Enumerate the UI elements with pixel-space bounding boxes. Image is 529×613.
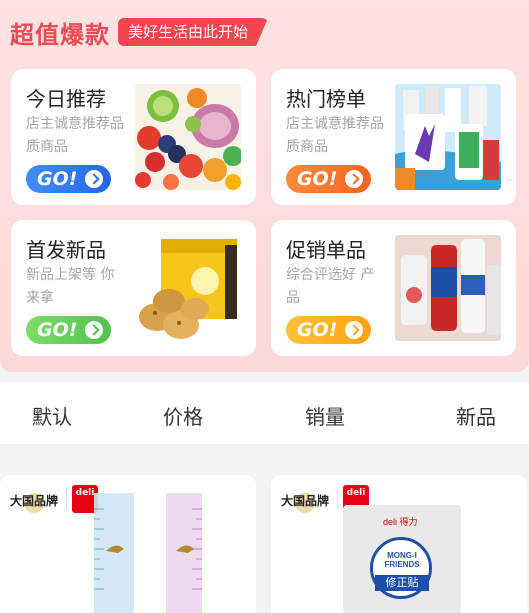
national-brand-logo: 大国品牌 (8, 485, 60, 515)
card-title: 今日推荐 (26, 87, 106, 111)
go-label: GO! (37, 319, 78, 341)
promo-title: 超值爆款 (10, 20, 110, 49)
chevron-right-icon (345, 170, 363, 188)
card-title: 热门榜单 (286, 87, 366, 111)
svg-text:大国品牌: 大国品牌 (281, 493, 329, 508)
fruit-vegetables-image (135, 84, 241, 190)
card-new-arrivals[interactable]: 首发新品 新品上架等 你来拿 GO! (11, 220, 256, 356)
chevron-right-icon (345, 321, 363, 339)
go-button[interactable]: GO! (286, 316, 371, 344)
canned-drinks-image (395, 235, 501, 341)
card-subtitle: 店主诚意推荐品质商品 (26, 116, 124, 155)
go-label: GO! (297, 319, 338, 341)
go-label: GO! (297, 168, 338, 190)
card-promotion-items[interactable]: 促销单品 综合评选好 产品 GO! (271, 220, 516, 356)
sort-price[interactable]: 价格 (163, 401, 203, 430)
chevron-right-icon (85, 321, 103, 339)
svg-text:大国品牌: 大国品牌 (10, 493, 58, 508)
sort-new[interactable]: 新品 (456, 401, 496, 430)
go-label: GO! (37, 168, 78, 190)
promo-tagline: 美好生活由此开始 (118, 18, 269, 46)
milk-drinks-image (395, 84, 501, 190)
correction-tape-package-image: deli 得力 MONG-I FRIENDS 修正贴 (343, 505, 461, 613)
card-title: 首发新品 (26, 238, 106, 262)
card-today-recommend[interactable]: 今日推荐 店主诚意推荐品质商品 GO! (11, 69, 256, 205)
package-title: MONG-I FRIENDS (384, 551, 420, 569)
sort-default[interactable]: 默认 (32, 401, 72, 430)
card-subtitle: 新品上架等 你来拿 (26, 267, 115, 306)
rulers-image (90, 489, 230, 613)
card-subtitle: 综合评选好 产品 (286, 267, 375, 306)
card-title: 促销单品 (286, 238, 366, 262)
national-brand-logo: 大国品牌 (279, 485, 331, 515)
card-hot-list[interactable]: 热门榜单 店主诚意推荐品质商品 GO! (271, 69, 516, 205)
chevron-right-icon (85, 170, 103, 188)
product-card[interactable]: 大国品牌 deli deli 得力 MONG-I FRIENDS 修正贴 (271, 475, 527, 613)
package-label: 修正贴 (375, 575, 429, 591)
cookie-box-image (135, 235, 241, 341)
go-button[interactable]: GO! (286, 165, 371, 193)
package-brand: deli 得力 (383, 517, 418, 527)
sort-sales[interactable]: 销量 (305, 401, 345, 430)
promo-section: 超值爆款 美好生活由此开始 今日推荐 店主诚意推荐品质商品 GO! 热门榜单 店… (0, 0, 529, 372)
card-subtitle: 店主诚意推荐品质商品 (286, 116, 384, 155)
deli-logo-text: deli (346, 488, 366, 498)
promo-header: 超值爆款 美好生活由此开始 (10, 16, 269, 49)
sort-bar: 默认 价格 销量 新品 (0, 382, 529, 444)
logo-divider (66, 489, 67, 509)
logo-divider (337, 489, 338, 509)
go-button[interactable]: GO! (26, 165, 111, 193)
go-button[interactable]: GO! (26, 316, 111, 344)
product-card[interactable]: 大国品牌 deli (0, 475, 256, 613)
